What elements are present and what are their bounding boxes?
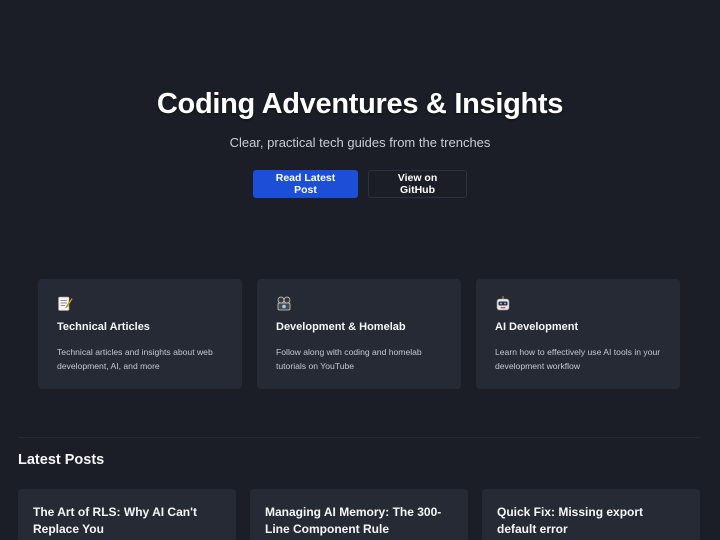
hero-section: Coding Adventures & Insights Clear, prac… bbox=[0, 88, 720, 198]
read-latest-post-button[interactable]: Read Latest Post bbox=[253, 170, 358, 198]
hero-title: Coding Adventures & Insights bbox=[156, 88, 564, 120]
feature-description: Technical articles and insights about we… bbox=[57, 347, 213, 371]
page: Coding Adventures & Insights Clear, prac… bbox=[0, 0, 720, 540]
feature-card-technical-articles[interactable]: Technical Articles Technical articles an… bbox=[38, 279, 242, 389]
hero-buttons: Read Latest Post View on GitHub bbox=[0, 170, 720, 198]
post-card[interactable]: The Art of RLS: Why AI Can't Replace You bbox=[18, 489, 236, 540]
robot-icon bbox=[496, 296, 510, 311]
film-projector-icon bbox=[277, 296, 291, 311]
feature-card-ai-development[interactable]: AI Development Learn how to effectively … bbox=[476, 279, 680, 389]
post-card[interactable]: Quick Fix: Missing export default error bbox=[482, 489, 700, 540]
feature-title: Development & Homelab bbox=[276, 321, 406, 333]
latest-posts-heading: Latest Posts bbox=[18, 452, 105, 468]
hero-subtitle: Clear, practical tech guides from the tr… bbox=[229, 135, 491, 150]
post-card[interactable]: Managing AI Memory: The 300-Line Compone… bbox=[250, 489, 468, 540]
latest-posts-list: The Art of RLS: Why AI Can't Replace You… bbox=[18, 489, 700, 540]
feature-card-development-homelab[interactable]: Development & Homelab Follow along with … bbox=[257, 279, 461, 389]
feature-title: AI Development bbox=[495, 321, 579, 333]
view-on-github-button[interactable]: View on GitHub bbox=[368, 170, 467, 198]
feature-description: Follow along with coding and homelab tut… bbox=[276, 347, 422, 371]
memo-icon bbox=[58, 296, 73, 311]
features-section: Technical Articles Technical articles an… bbox=[38, 279, 680, 389]
feature-description: Learn how to effectively use AI tools in… bbox=[495, 347, 661, 371]
feature-title: Technical Articles bbox=[57, 321, 150, 333]
post-title[interactable]: Managing AI Memory: The 300-Line Compone… bbox=[265, 504, 453, 538]
section-divider bbox=[18, 437, 700, 438]
post-title[interactable]: Quick Fix: Missing export default error bbox=[497, 504, 685, 538]
post-title[interactable]: The Art of RLS: Why AI Can't Replace You bbox=[33, 504, 221, 538]
